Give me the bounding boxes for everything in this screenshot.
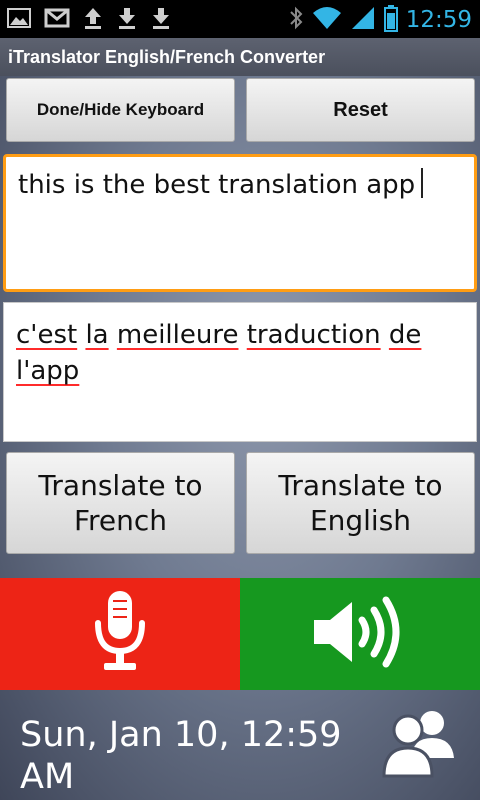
translate-to-english-button[interactable]: Translate to English [246, 452, 475, 554]
bluetooth-icon [288, 5, 304, 35]
reset-label: Reset [333, 98, 388, 121]
translate-to-english-line2: English [309, 504, 412, 537]
wifi-icon [312, 5, 342, 35]
done-hide-keyboard-label: Done/Hide Keyboard [36, 100, 205, 119]
reset-button[interactable]: Reset [246, 78, 475, 142]
date-time-display: Sun, Jan 10, 12:59 AM [20, 714, 360, 798]
status-bar: 12:59 [0, 0, 480, 38]
translate-to-english-line1: Translate to [278, 469, 443, 502]
download-icon [150, 6, 172, 30]
download-icon [116, 6, 138, 30]
output-word: la [85, 320, 109, 350]
source-text-value: this is the best translation app [18, 170, 416, 200]
app-title: iTranslator English/French Converter [0, 38, 480, 76]
notification-icons [6, 6, 172, 30]
image-icon [6, 6, 32, 30]
translate-to-english-label: Translate to English [278, 468, 442, 538]
output-word: de [388, 320, 422, 350]
translate-to-french-label: Translate to French [38, 468, 202, 538]
users-icon[interactable] [382, 706, 458, 782]
translate-to-french-button[interactable]: Translate to French [6, 452, 235, 554]
battery-icon [383, 4, 398, 36]
done-hide-keyboard-button[interactable]: Done/Hide Keyboard [6, 78, 235, 142]
speaker-icon [310, 592, 410, 676]
translate-to-french-line2: French [73, 504, 168, 537]
microphone-icon [90, 587, 150, 681]
speaker-button[interactable] [240, 578, 480, 690]
date-time-line2: AM [20, 757, 75, 797]
output-word: meilleure [116, 320, 239, 350]
text-cursor [421, 168, 424, 198]
output-word: traduction [246, 320, 381, 350]
clock: 12:59 [405, 7, 472, 33]
output-word: c'est [16, 320, 78, 350]
output-word: l'app [16, 356, 80, 386]
upload-icon [82, 6, 104, 30]
microphone-button[interactable] [0, 578, 240, 690]
system-icons: 12:59 [288, 4, 472, 36]
gmail-icon [44, 6, 70, 30]
translated-text-output[interactable]: c'est la meilleure traduction de l'app [3, 302, 477, 442]
translate-to-french-line1: Translate to [38, 469, 203, 502]
source-text-input[interactable]: this is the best translation app [3, 154, 477, 292]
signal-icon [350, 5, 376, 35]
date-time-line1: Sun, Jan 10, 12:59 [20, 715, 342, 755]
